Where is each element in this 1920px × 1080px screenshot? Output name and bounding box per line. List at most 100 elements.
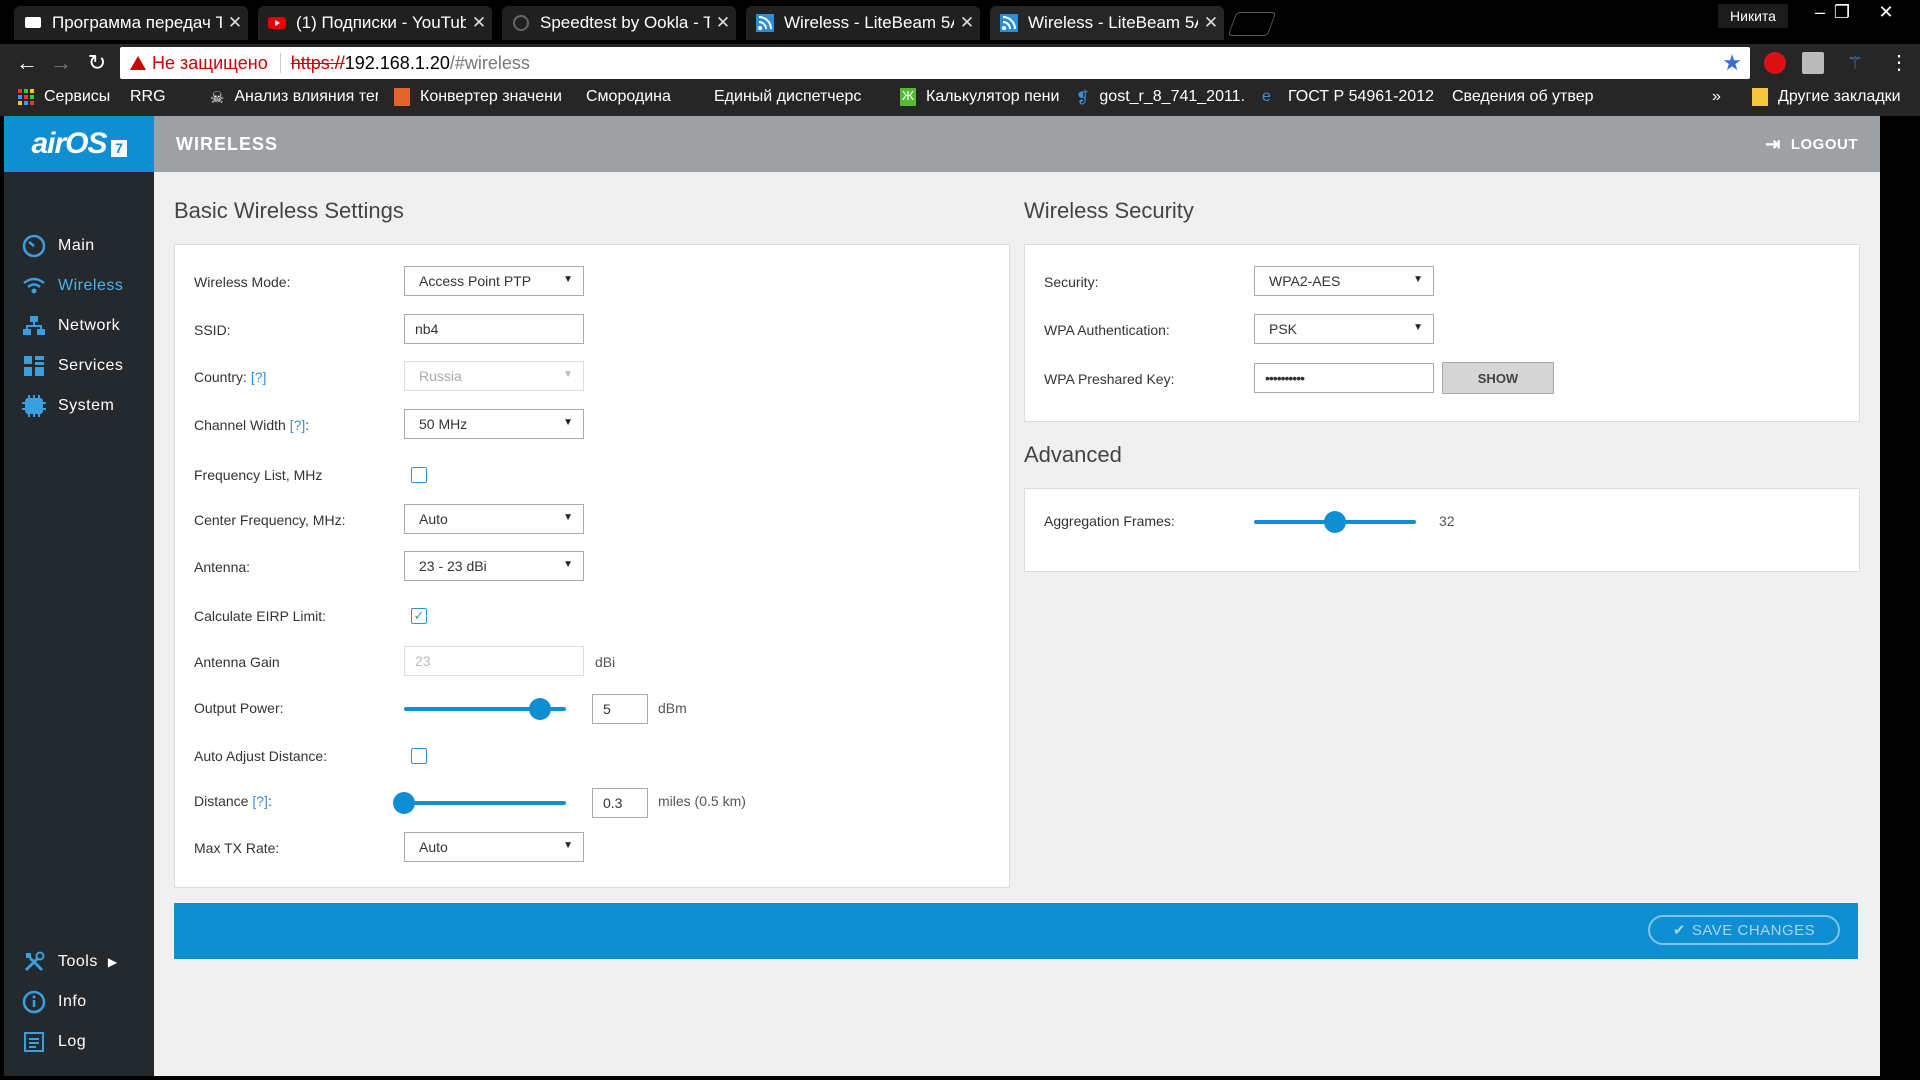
wifi-icon <box>22 274 46 298</box>
adblock-extension-icon[interactable] <box>1764 52 1786 74</box>
bookmark-label: gost_r_8_741_2011.p <box>1099 88 1246 105</box>
sidebar-item-network[interactable]: Network <box>4 306 154 346</box>
wireless-mode-select[interactable]: Access Point PTP <box>404 266 584 296</box>
forward-icon[interactable]: → <box>46 50 76 76</box>
bookmark-item[interactable]: Ж Калькулятор пени <box>900 88 1059 106</box>
aggregation-frames-slider-handle[interactable] <box>1324 511 1346 533</box>
logout-button[interactable]: ⇥ LOGOUT <box>1765 134 1858 155</box>
wireless-mode-label: Wireless Mode: <box>194 274 291 290</box>
wpa-authentication-select[interactable]: PSK <box>1254 314 1434 344</box>
sidebar-item-info[interactable]: Info <box>4 982 154 1022</box>
sidebar-item-label: Main <box>58 237 95 254</box>
show-key-button[interactable]: SHOW <box>1442 362 1554 394</box>
center-frequency-select[interactable]: Auto <box>404 504 584 534</box>
other-bookmarks[interactable]: Другие закладки <box>1752 88 1901 106</box>
tab-speedtest[interactable]: Speedtest by Ookla - The ✕ <box>502 6 736 40</box>
bookmarks-bar: Сервисы RRG ☠ Анализ влияния тем Конверте… <box>0 82 1920 221</box>
bookmark-item[interactable]: e ГОСТ Р 54961-2012 <box>1262 88 1434 106</box>
bookmark-item[interactable]: Сведения об утвер <box>1452 88 1622 106</box>
tab-youtube[interactable]: (1) Подписки - YouTube ✕ <box>258 6 492 40</box>
country-help-link[interactable]: [?] <box>251 369 267 385</box>
sidebar-item-log[interactable]: Log <box>4 1022 154 1062</box>
airos-logo[interactable]: airOS 7 <box>4 116 154 172</box>
logout-icon: ⇥ <box>1765 134 1781 154</box>
sidebar-item-label: Tools <box>58 953 98 970</box>
distance-input[interactable]: 0.3 <box>592 788 648 818</box>
bookmark-item[interactable]: ☠ Анализ влияния тем <box>210 88 378 106</box>
country-label: Country: <box>194 369 247 385</box>
basic-settings-panel: Wireless Mode: Access Point PTP SSID: nb… <box>174 244 1010 888</box>
antenna-select[interactable]: 23 - 23 dBi <box>404 551 584 581</box>
system-icon <box>22 394 46 418</box>
frequency-list-checkbox[interactable] <box>411 467 427 483</box>
restore-icon[interactable]: ❐ <box>1822 2 1862 23</box>
wireless-security-panel: Security: WPA2-AES WPA Authentication: P… <box>1024 244 1860 422</box>
sidebar-item-tools[interactable]: Tools ▶ <box>4 942 154 982</box>
max-tx-rate-label: Max TX Rate: <box>194 840 280 856</box>
extension-icon[interactable] <box>1802 52 1824 74</box>
ssid-input[interactable]: nb4 <box>404 314 584 344</box>
save-changes-button[interactable]: ✔ SAVE CHANGES <box>1648 915 1840 945</box>
sidebar-item-main[interactable]: Main <box>4 226 154 266</box>
bookmark-item[interactable]: ❡ gost_r_8_741_2011.p <box>1076 88 1246 106</box>
output-power-slider[interactable] <box>404 698 566 720</box>
antenna-label: Antenna: <box>194 559 251 575</box>
tab-title: Программа передач ТВ <box>52 13 222 32</box>
new-tab-button[interactable] <box>1227 12 1277 36</box>
speedtest-icon <box>512 14 530 32</box>
distance-help-link[interactable]: [?] <box>252 793 268 809</box>
close-icon[interactable]: ✕ <box>1198 13 1224 33</box>
channel-width-select[interactable]: 50 MHz <box>404 409 584 439</box>
close-icon[interactable]: ✕ <box>710 13 736 33</box>
vpn-extension-icon[interactable]: ⚚ <box>1844 52 1866 74</box>
sidebar-item-system[interactable]: System <box>4 386 154 426</box>
folder-icon <box>1752 88 1768 106</box>
distance-slider[interactable] <box>393 792 566 814</box>
distance-label: Distance <box>194 793 249 809</box>
close-window-icon[interactable]: ✕ <box>1866 2 1906 23</box>
bookmark-item[interactable]: Единый диспетчерс <box>714 88 882 106</box>
reload-icon[interactable]: ↻ <box>82 50 112 76</box>
bookmark-item[interactable]: Смородина <box>586 88 671 221</box>
bookmark-star-icon[interactable]: ★ <box>1722 50 1742 76</box>
url-host: 192.168.1.20 <box>344 52 450 73</box>
dashboard-icon <box>22 234 46 258</box>
bookmark-label: RRG <box>130 88 166 105</box>
auto-adjust-distance-checkbox[interactable] <box>411 748 427 764</box>
sidebar-item-services[interactable]: Services <box>4 346 154 386</box>
bookmark-item[interactable]: RRG <box>130 88 166 221</box>
channel-width-help-link[interactable]: [?] <box>290 417 306 433</box>
sidebar-item-wireless[interactable]: Wireless <box>4 266 154 306</box>
tab-tv-guide[interactable]: Программа передач ТВ ✕ <box>14 6 248 40</box>
address-bar[interactable]: Не защищено https:// 192.168.1.20 /#wire… <box>120 47 1750 79</box>
close-icon[interactable]: ✕ <box>222 13 248 33</box>
channel-width-label: Channel Width <box>194 417 286 433</box>
back-icon[interactable]: ← <box>12 50 42 76</box>
output-power-slider-handle[interactable] <box>529 698 552 720</box>
distance-slider-handle[interactable] <box>393 792 415 814</box>
tab-litebeam-1[interactable]: Wireless - LiteBeam 5AC ✕ <box>746 6 980 40</box>
antenna-gain-unit: dBi <box>595 654 616 670</box>
close-icon[interactable]: ✕ <box>466 13 492 33</box>
bookmark-apps[interactable]: Сервисы <box>18 88 110 106</box>
wpa-preshared-key-input[interactable]: •••••••••• <box>1254 363 1434 393</box>
menu-icon[interactable]: ⋮ <box>1884 50 1914 75</box>
eirp-limit-label: Calculate EIRP Limit: <box>194 608 327 624</box>
security-select[interactable]: WPA2-AES <box>1254 266 1434 296</box>
aggregation-frames-label: Aggregation Frames: <box>1044 513 1175 529</box>
close-icon[interactable]: ✕ <box>954 13 980 33</box>
bookmarks-overflow[interactable]: » <box>1712 88 1721 106</box>
output-power-input[interactable]: 5 <box>592 694 648 724</box>
security-status[interactable]: Не защищено <box>152 53 268 74</box>
eirp-limit-checkbox[interactable]: ✓ <box>411 608 427 624</box>
network-icon <box>22 314 46 338</box>
url-path: /#wireless <box>449 52 530 73</box>
max-tx-rate-select[interactable]: Auto <box>404 832 584 862</box>
tab-litebeam-2[interactable]: Wireless - LiteBeam 5AC ✕ <box>990 6 1224 40</box>
profile-button[interactable]: Никита <box>1718 4 1788 28</box>
output-power-unit: dBm <box>658 700 687 716</box>
aggregation-frames-slider[interactable] <box>1254 511 1416 533</box>
ssid-label: SSID: <box>194 322 231 338</box>
bookmark-item[interactable]: Конвертер значени <box>394 88 564 106</box>
page-header: WIRELESS ⇥ LOGOUT <box>154 116 1880 172</box>
